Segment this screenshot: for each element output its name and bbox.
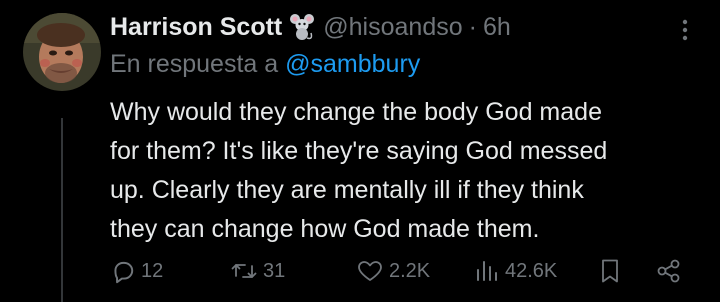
tweet-text-line: Why would they change the body God made	[110, 98, 602, 126]
reply-icon	[110, 258, 136, 284]
tweet-text-line: for them? It's like they're saying God m…	[110, 137, 608, 165]
share-button[interactable]	[655, 254, 683, 288]
reply-prefix: En respuesta a	[110, 50, 279, 78]
bookmark-button[interactable]	[598, 254, 622, 288]
tweet-text: Why would they change the body God made …	[110, 93, 700, 249]
views-button[interactable]: 42.6K	[474, 254, 557, 288]
action-bar: 12 31 2.2K 42.6K	[0, 254, 720, 288]
heart-icon	[356, 258, 384, 284]
views-icon	[474, 258, 500, 284]
reply-mention-link[interactable]: @sambbury	[285, 50, 420, 78]
views-count: 42.6K	[505, 259, 558, 282]
timestamp[interactable]: 6h	[483, 13, 511, 42]
handle[interactable]: @hisoandso	[323, 13, 462, 42]
reply-context: En respuesta a @sambbury	[110, 50, 420, 79]
separator-dot: ·	[468, 12, 477, 41]
retweet-count: 31	[263, 259, 286, 282]
like-button[interactable]: 2.2K	[356, 254, 430, 288]
retweet-icon	[230, 258, 258, 284]
share-icon	[655, 257, 683, 285]
tweet-header: Harrison Scott @hisoandso · 6h	[110, 10, 511, 44]
reply-count: 12	[141, 259, 164, 282]
more-options-icon[interactable]	[676, 14, 694, 44]
tweet-text-line: they can change how God made them.	[110, 215, 540, 243]
avatar[interactable]	[23, 13, 101, 91]
retweet-button[interactable]: 31	[230, 254, 285, 288]
display-name[interactable]: Harrison Scott	[110, 13, 282, 42]
tweet-text-line: up. Clearly they are mentally ill if the…	[110, 176, 584, 204]
mouse-icon	[289, 12, 315, 42]
bookmark-icon	[598, 257, 622, 285]
like-count: 2.2K	[389, 259, 431, 282]
reply-button[interactable]: 12	[110, 254, 163, 288]
